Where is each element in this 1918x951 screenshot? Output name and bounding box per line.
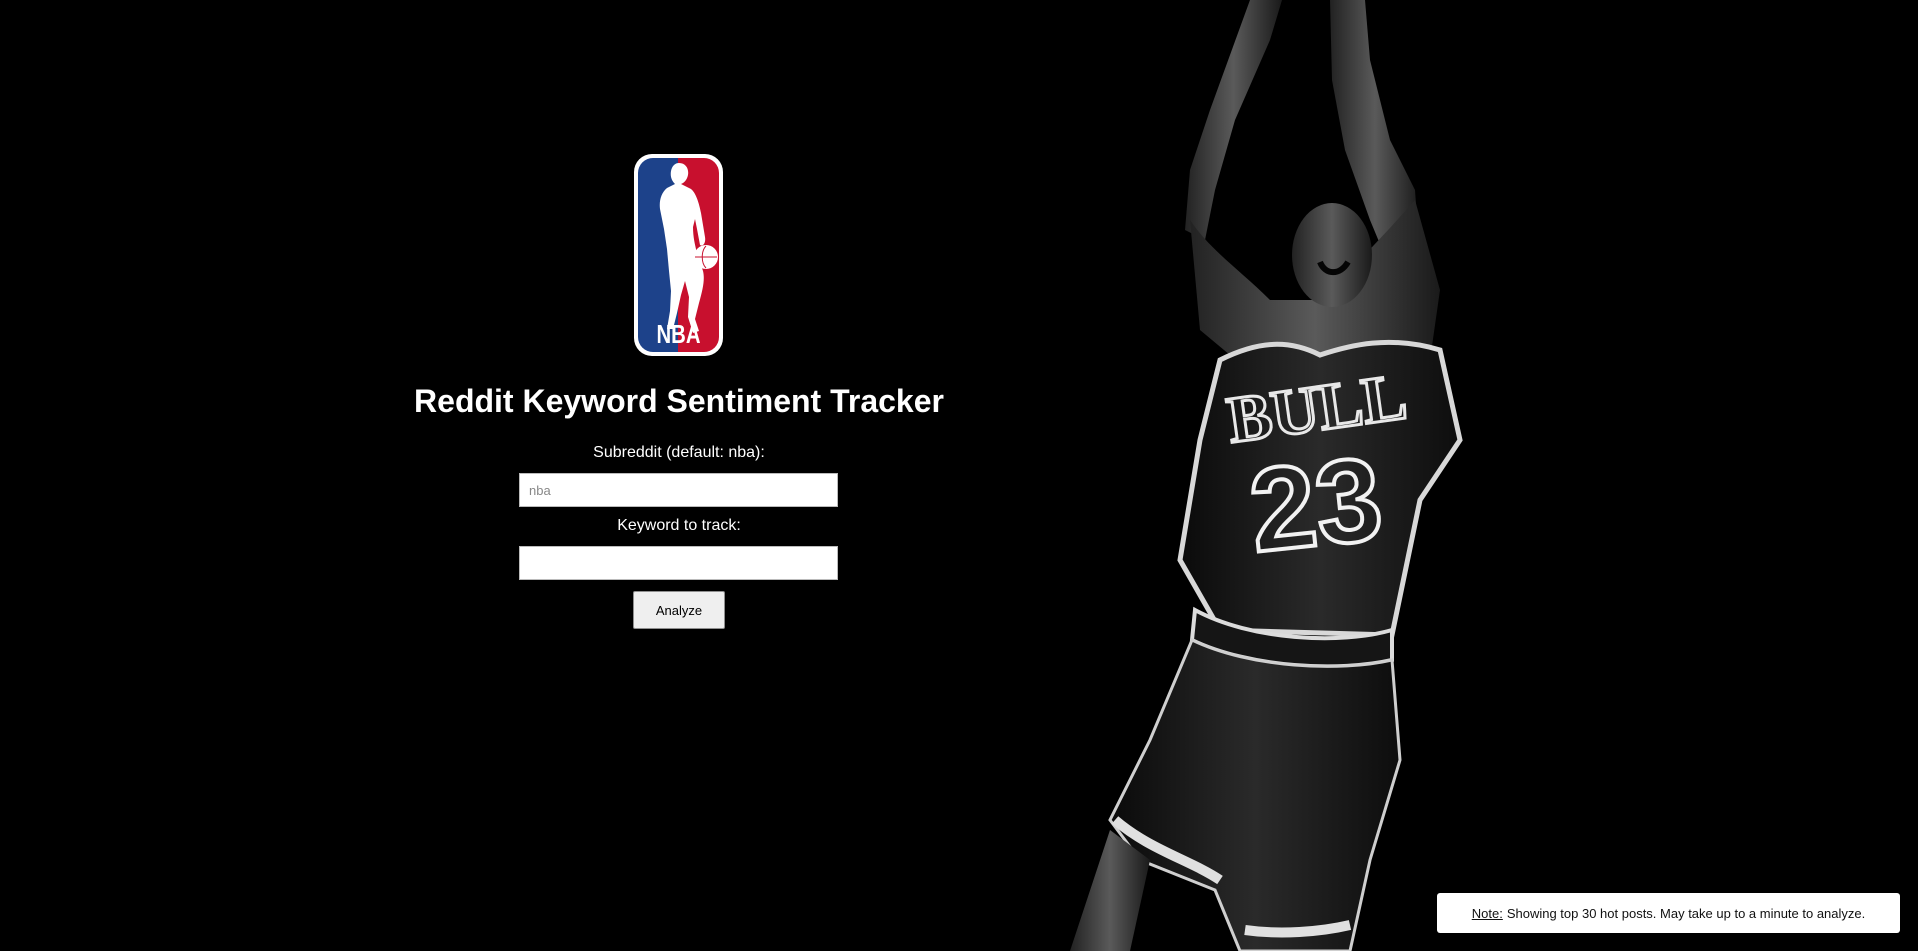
note-text: Showing top 30 hot posts. May take up to… [1506,905,1866,921]
subreddit-input[interactable] [519,473,838,507]
logo-text: NBA [657,319,701,349]
page: NBA Reddit Keyword Sentiment Tracker Sub… [0,0,1918,951]
info-note: Note: Showing top 30 hot posts. May take… [1437,893,1900,933]
analyze-button[interactable]: Analyze [633,591,725,629]
nba-logo: NBA [634,154,723,356]
jersey-number: 23 [1244,433,1388,578]
basketball-player-image: BULL 23 [1070,0,1463,951]
keyword-input[interactable] [519,546,838,580]
note-prefix: Note: [1471,905,1503,921]
